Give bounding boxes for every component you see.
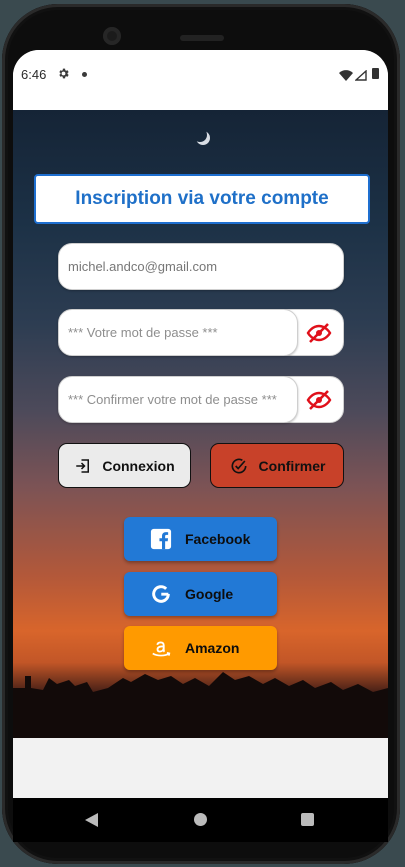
back-icon[interactable] (85, 813, 98, 832)
google-button[interactable]: Google (124, 572, 277, 616)
google-button-label: Google (185, 586, 234, 602)
login-button-label: Connexion (102, 457, 175, 474)
home-icon[interactable] (194, 813, 207, 826)
facebook-icon (149, 527, 173, 551)
background-sunset: Inscription via votre compte Connexion (13, 110, 388, 738)
check-circle-icon (229, 456, 249, 476)
confirm-password-field[interactable] (59, 377, 297, 422)
login-icon (74, 457, 92, 475)
page-title: Inscription via votre compte (34, 174, 370, 224)
email-field-wrapper (58, 243, 344, 290)
notification-dot-icon (82, 72, 87, 77)
confirm-button[interactable]: Confirmer (210, 443, 344, 488)
front-camera (103, 27, 121, 45)
signal-icon (354, 69, 367, 84)
eye-off-icon (306, 389, 332, 411)
earpiece-speaker (180, 35, 224, 41)
login-button[interactable]: Connexion (58, 443, 191, 488)
password-field[interactable] (59, 310, 297, 355)
battery-icon (372, 68, 379, 79)
status-bar: 6:46 (13, 50, 388, 110)
confirm-button-label: Confirmer (258, 457, 326, 474)
recent-apps-icon[interactable] (301, 813, 314, 826)
google-icon (149, 582, 173, 606)
status-time: 6:46 (21, 67, 47, 82)
password-field-wrapper (58, 309, 298, 356)
navigation-bar (13, 798, 388, 842)
eye-off-icon (306, 322, 332, 344)
moon-crescent (193, 128, 207, 142)
gear-icon (57, 67, 70, 83)
amazon-icon (149, 636, 173, 660)
screen: 6:46 Inscription via votre compte michel… (13, 50, 388, 798)
facebook-button-label: Facebook (185, 531, 251, 547)
amazon-button[interactable]: Amazon (124, 626, 277, 670)
confirm-password-field-wrapper (58, 376, 298, 423)
facebook-button[interactable]: Facebook (124, 517, 277, 561)
amazon-button-label: Amazon (185, 640, 240, 656)
wifi-icon (339, 69, 353, 84)
email-field[interactable] (59, 244, 343, 289)
